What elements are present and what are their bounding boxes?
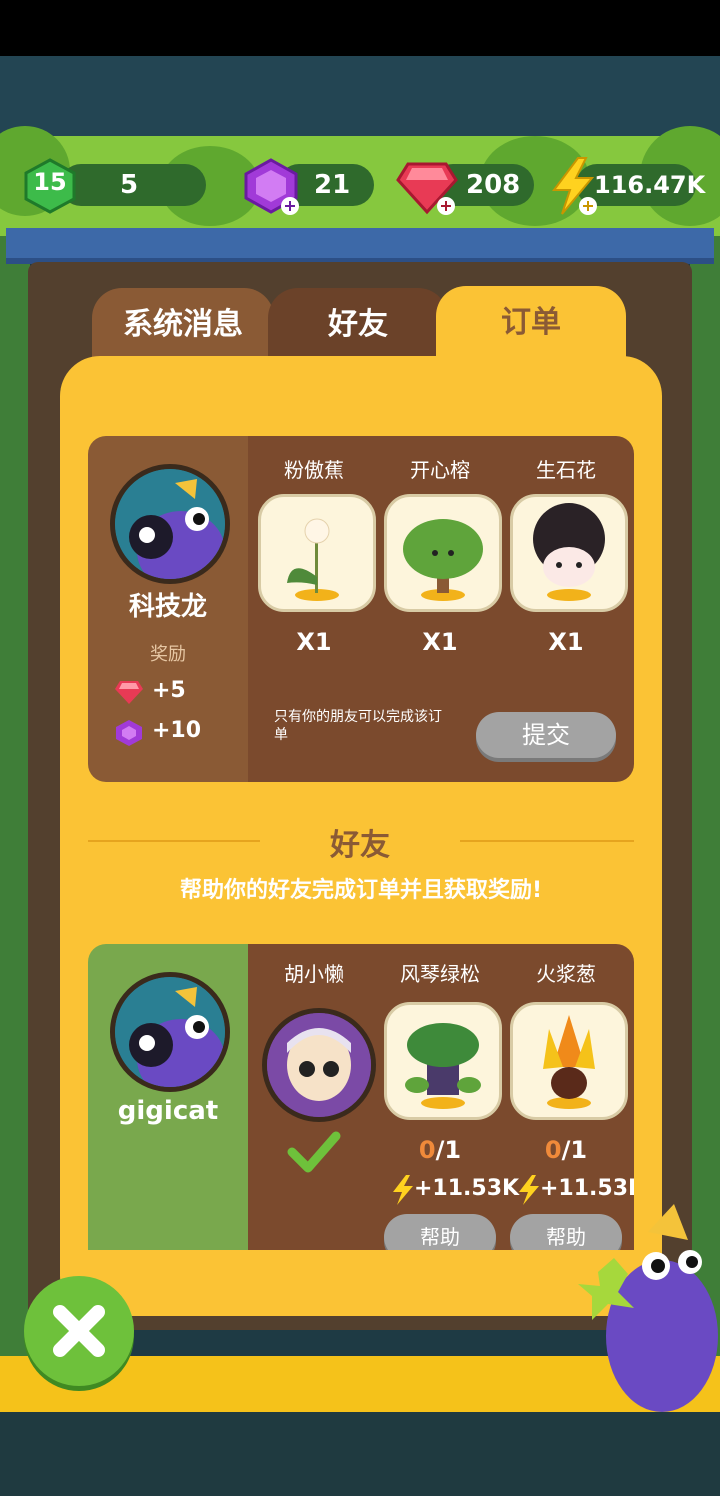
accordion-pine-icon <box>405 1023 481 1109</box>
progress-total: /1 <box>435 1136 462 1164</box>
friend-order-card: gigicat 胡小懒 风琴绿松 火浆葱 0/1 0/1 +11.53K +11… <box>88 944 634 1250</box>
frame-top-bar <box>6 228 714 262</box>
purple-gem-icon[interactable] <box>242 156 300 216</box>
reward-purple-amount: +10 <box>152 718 202 743</box>
item-slot-accordion-pine[interactable] <box>384 1002 502 1120</box>
red-gem-count: 208 <box>466 170 521 200</box>
lightning-icon <box>393 1175 413 1205</box>
item-name: 风琴绿松 <box>400 962 480 986</box>
floor-dark <box>0 1412 720 1496</box>
jungle-left <box>0 236 30 1356</box>
reward-red-amount: +5 <box>152 678 186 703</box>
avatar[interactable] <box>110 464 230 584</box>
tab-orders[interactable]: 订单 <box>436 286 626 366</box>
item-slot-banana-flower[interactable] <box>258 494 376 612</box>
close-icon <box>53 1305 105 1357</box>
level-pill: 5 <box>60 164 206 206</box>
red-gem-icon <box>115 681 143 704</box>
jungle-right <box>690 236 720 1356</box>
item-name: 火浆葱 <box>536 962 596 986</box>
submit-button[interactable]: 提交 <box>476 712 616 758</box>
divider-left <box>88 840 260 842</box>
progress-current: 0 <box>544 1136 562 1164</box>
help-button[interactable]: 帮助 <box>384 1214 496 1250</box>
my-order-card: 科技龙 奖励 +5 +10 粉傲蕉 开心榕 生石花 X1 X1 X1 只有你的朋… <box>88 436 634 782</box>
friend-name: gigicat <box>117 1096 219 1126</box>
item-qty: X1 <box>296 628 332 656</box>
item-qty: X1 <box>422 628 458 656</box>
dragon-avatar-icon <box>115 977 225 1087</box>
banyan-tree-icon <box>403 519 483 601</box>
item-name: 粉傲蕉 <box>284 458 344 482</box>
friend-character-avatar[interactable] <box>262 1008 376 1122</box>
player-name: 科技龙 <box>128 592 207 622</box>
level-progress: 5 <box>120 170 139 200</box>
progress-accordion-pine: 0/1 <box>380 1136 500 1164</box>
lightning-icon <box>519 1175 539 1205</box>
progress-lava-onion: 0/1 <box>506 1136 626 1164</box>
lithops-icon <box>533 503 605 601</box>
item-name: 胡小懒 <box>284 962 344 986</box>
item-slot-lithops[interactable] <box>510 494 628 612</box>
tab-system-messages[interactable]: 系统消息 <box>92 288 274 362</box>
order-note: 只有你的朋友可以完成该订单 <box>274 709 442 743</box>
item-name: 开心榕 <box>410 458 470 482</box>
item-qty: X1 <box>548 628 584 656</box>
friend-avatar[interactable] <box>110 972 230 1092</box>
close-button[interactable] <box>24 1276 134 1386</box>
progress-total: /1 <box>561 1136 588 1164</box>
item-slot-lava-onion[interactable] <box>510 1002 628 1120</box>
checkmark-icon <box>287 1131 341 1173</box>
friends-section-title: 好友 <box>330 828 390 863</box>
purple-gem-icon <box>116 720 142 746</box>
divider-right <box>460 840 634 842</box>
friends-section-subtitle: 帮助你的好友完成订单并且获取奖励! <box>179 878 543 903</box>
lava-onion-icon <box>543 1015 595 1109</box>
lightning-icon[interactable] <box>548 156 598 216</box>
status-bar <box>0 0 720 56</box>
banana-flower-plant-icon <box>287 518 339 601</box>
reward-energy: +11.53K <box>414 1176 520 1201</box>
purple-gem-count: 21 <box>314 170 351 200</box>
energy-count: 116.47K <box>594 171 706 199</box>
reward-label: 奖励 <box>150 644 186 665</box>
red-gem-icon[interactable] <box>396 158 458 216</box>
tab-friends[interactable]: 好友 <box>268 288 448 362</box>
progress-current: 0 <box>418 1136 436 1164</box>
header-backdrop <box>0 56 720 136</box>
item-name: 生石花 <box>536 458 596 482</box>
item-slot-banyan[interactable] <box>384 494 502 612</box>
dragon-avatar-icon <box>115 469 225 579</box>
girl-character-icon <box>267 1013 371 1117</box>
dragon-mascot-icon <box>578 1204 718 1412</box>
level-value: 15 <box>33 168 67 196</box>
